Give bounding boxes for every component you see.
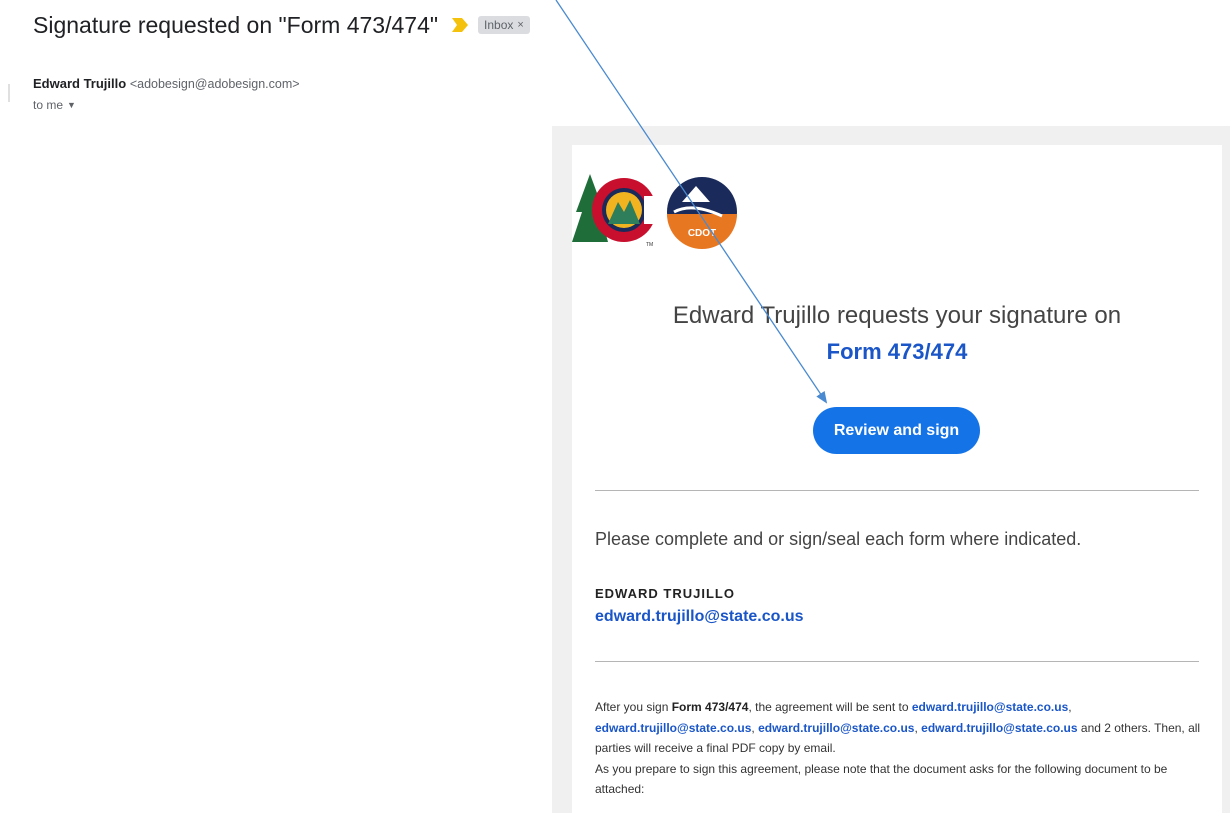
subject-row: Signature requested on "Form 473/474" In… — [33, 8, 530, 42]
inbox-label-text: Inbox — [484, 18, 514, 32]
recipient-email-link[interactable]: edward.trujillo@state.co.us — [921, 721, 1077, 735]
sender-email: <adobesign@adobesign.com> — [129, 77, 300, 91]
form-title: Form 473/474 — [826, 339, 968, 364]
recipient-email-link[interactable]: edward.trujillo@state.co.us — [595, 721, 751, 735]
svg-text:CDOT: CDOT — [688, 228, 716, 239]
recipient-email-link[interactable]: edward.trujillo@state.co.us — [912, 700, 1068, 714]
footer-attachment-note: As you prepare to sign this agreement, p… — [595, 761, 1168, 797]
footer-text: After you sign Form 473/474, the agreeme… — [595, 697, 1205, 800]
review-and-sign-button[interactable]: Review and sign — [813, 407, 980, 454]
svg-text:TM: TM — [646, 242, 653, 248]
recipient-line[interactable]: to me ▼ — [33, 98, 76, 112]
recipient-text: to me — [33, 98, 64, 112]
sender-line: Edward Trujillo <adobesign@adobesign.com… — [33, 76, 300, 91]
signature-request-text: Edward Trujillo requests your signature … — [672, 302, 1122, 329]
importance-marker-icon[interactable] — [452, 18, 469, 32]
footer-mid: , the agreement will be sent to — [748, 700, 912, 714]
footer-separator: , — [1068, 700, 1072, 714]
cdot-logo: TM CDOT — [572, 174, 737, 249]
divider — [595, 661, 1199, 662]
close-icon[interactable]: × — [517, 19, 523, 31]
recipient-email-link[interactable]: edward.trujillo@state.co.us — [758, 721, 914, 735]
caret-down-icon[interactable]: ▼ — [67, 100, 76, 110]
footer-prefix: After you sign — [595, 700, 672, 714]
signer-name: EDWARD TRUJILLO — [595, 586, 735, 601]
email-subject: Signature requested on "Form 473/474" — [33, 11, 439, 38]
divider — [595, 490, 1199, 491]
signer-email-link[interactable]: edward.trujillo@state.co.us — [595, 608, 804, 626]
sender-name[interactable]: Edward Trujillo — [33, 76, 126, 91]
inbox-label-chip[interactable]: Inbox × — [478, 16, 530, 34]
sender-divider — [8, 84, 10, 102]
message-text: Please complete and or sign/seal each fo… — [595, 529, 1082, 549]
footer-form-name: Form 473/474 — [671, 700, 749, 714]
